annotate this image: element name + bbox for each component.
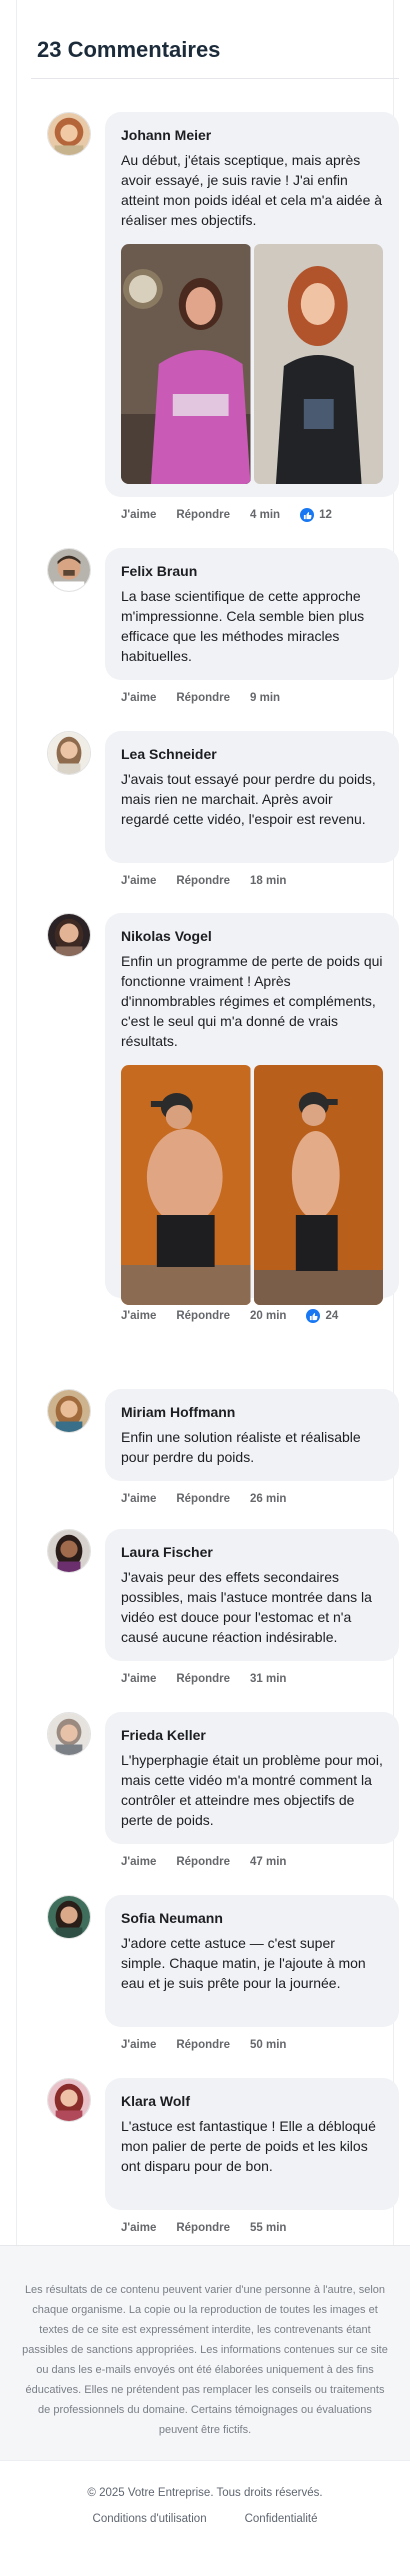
- avatar[interactable]: [47, 1529, 91, 1573]
- comment-actions: J'aime Répondre 26 min: [121, 1491, 306, 1507]
- like-button[interactable]: J'aime: [121, 1493, 156, 1505]
- reply-button[interactable]: Répondre: [176, 1673, 230, 1685]
- like-count: 12: [300, 508, 332, 522]
- before-after-photos[interactable]: [121, 244, 383, 484]
- comments-section: 23 Commentaires Johann Meier Au début, j…: [16, 0, 399, 2245]
- comment-author[interactable]: Sofia Neumann: [121, 1909, 383, 1927]
- privacy-link[interactable]: Confidentialité: [245, 2513, 318, 2525]
- comment-bubble: Laura Fischer J'avais peur des effets se…: [105, 1529, 399, 1661]
- comment-actions: J'aime Répondre 4 min 12: [121, 507, 332, 523]
- comment-author[interactable]: Klara Wolf: [121, 2092, 383, 2110]
- comment-text: La base scientifique de cette approche m…: [121, 588, 365, 664]
- footer-links: Conditions d'utilisation Confidentialité: [0, 2513, 410, 2525]
- copyright: © 2025 Votre Entreprise. Tous droits rés…: [87, 2487, 323, 2499]
- reply-button[interactable]: Répondre: [176, 2039, 230, 2051]
- comment-text: Au début, j'étais sceptique, mais après …: [121, 152, 383, 228]
- comment-time: 31 min: [250, 1673, 287, 1685]
- comment-actions: J'aime Répondre 55 min: [121, 2220, 306, 2236]
- comment-author[interactable]: Laura Fischer: [121, 1543, 383, 1561]
- comment-actions: J'aime Répondre 20 min 24: [121, 1308, 338, 1324]
- comment-bubble: Sofia Neumann J'adore cette astuce — c'e…: [105, 1895, 399, 2027]
- comment-time: 18 min: [250, 875, 287, 887]
- comment-time: 55 min: [250, 2222, 287, 2234]
- comment-author[interactable]: Johann Meier: [121, 126, 383, 144]
- comment-bubble: Nikolas Vogel Enfin un programme de pert…: [105, 913, 399, 1305]
- like-button[interactable]: J'aime: [121, 2222, 156, 2234]
- comment-text: L'hyperphagie était un problème pour moi…: [121, 1752, 383, 1828]
- thumbs-up-icon: [300, 508, 315, 522]
- avatar[interactable]: [47, 913, 91, 957]
- reply-button[interactable]: Répondre: [176, 2222, 230, 2234]
- comment-time: 20 min: [250, 1310, 287, 1322]
- like-count: 24: [306, 1309, 338, 1323]
- avatar[interactable]: [47, 1712, 91, 1756]
- comments-count-title: 23 Commentaires: [37, 37, 221, 62]
- comment-time: 9 min: [250, 692, 281, 704]
- reply-button[interactable]: Répondre: [176, 509, 230, 521]
- comment-text: J'avais peur des effets secondaires poss…: [121, 1569, 372, 1645]
- like-count-value: 24: [325, 1310, 339, 1322]
- comment-text: J'adore cette astuce — c'est super simpl…: [121, 1935, 366, 1991]
- comment-author[interactable]: Miriam Hoffmann: [121, 1403, 383, 1421]
- comment-actions: J'aime Répondre 31 min: [121, 1671, 306, 1687]
- reply-button[interactable]: Répondre: [176, 1310, 230, 1322]
- comment-author[interactable]: Frieda Keller: [121, 1726, 383, 1744]
- comment-time: 47 min: [250, 1856, 287, 1868]
- comment-time: 50 min: [250, 2039, 287, 2051]
- thumbs-up-icon: [306, 1309, 321, 1323]
- comment-actions: J'aime Répondre 9 min: [121, 690, 300, 706]
- comment-actions: J'aime Répondre 50 min: [121, 2037, 306, 2053]
- like-button[interactable]: J'aime: [121, 1856, 156, 1868]
- disclaimer: Les résultats de ce contenu peuvent vari…: [0, 2245, 410, 2460]
- comment-text: Enfin une solution réaliste et réalisabl…: [121, 1429, 361, 1465]
- avatar[interactable]: [47, 731, 91, 775]
- terms-link[interactable]: Conditions d'utilisation: [93, 2513, 207, 2525]
- avatar[interactable]: [47, 548, 91, 592]
- after-photo: [253, 1065, 383, 1305]
- comment-bubble: Miriam Hoffmann Enfin une solution réali…: [105, 1389, 399, 1481]
- like-button[interactable]: J'aime: [121, 509, 156, 521]
- comment-time: 26 min: [250, 1493, 287, 1505]
- divider: [31, 78, 399, 79]
- avatar[interactable]: [47, 2078, 91, 2122]
- comment-bubble: Johann Meier Au début, j'étais sceptique…: [105, 112, 399, 497]
- footer: © 2025 Votre Entreprise. Tous droits rés…: [0, 2460, 410, 2560]
- reply-button[interactable]: Répondre: [176, 1856, 230, 1868]
- comment-text: Enfin un programme de perte de poids qui…: [121, 953, 383, 1049]
- like-button[interactable]: J'aime: [121, 1310, 156, 1322]
- like-button[interactable]: J'aime: [121, 2039, 156, 2051]
- reply-button[interactable]: Répondre: [176, 1493, 230, 1505]
- disclaimer-text: Les résultats de ce contenu peuvent vari…: [22, 2284, 388, 2436]
- comment-author[interactable]: Nikolas Vogel: [121, 927, 383, 945]
- reply-button[interactable]: Répondre: [176, 692, 230, 704]
- like-button[interactable]: J'aime: [121, 875, 156, 887]
- before-photo: [121, 244, 251, 484]
- comment-actions: J'aime Répondre 47 min: [121, 1854, 306, 1870]
- comment-text: J'avais tout essayé pour perdre du poids…: [121, 771, 376, 827]
- comment-bubble: Felix Braun La base scientifique de cett…: [105, 548, 399, 680]
- comment-author[interactable]: Felix Braun: [121, 562, 383, 580]
- comment-bubble: Lea Schneider J'avais tout essayé pour p…: [105, 731, 399, 863]
- comment-actions: J'aime Répondre 18 min: [121, 873, 306, 889]
- avatar[interactable]: [47, 1389, 91, 1433]
- like-count-value: 12: [319, 509, 332, 521]
- before-after-photos[interactable]: [121, 1065, 383, 1305]
- avatar[interactable]: [47, 112, 91, 156]
- comment-bubble: Klara Wolf L'astuce est fantastique ! El…: [105, 2078, 399, 2210]
- after-photo: [253, 244, 383, 484]
- like-button[interactable]: J'aime: [121, 692, 156, 704]
- comment-bubble: Frieda Keller L'hyperphagie était un pro…: [105, 1712, 399, 1844]
- avatar[interactable]: [47, 1895, 91, 1939]
- comment-text: L'astuce est fantastique ! Elle a débloq…: [121, 2118, 376, 2174]
- page: 23 Commentaires Johann Meier Au début, j…: [0, 0, 410, 2560]
- before-photo: [121, 1065, 251, 1305]
- comment-time: 4 min: [250, 509, 281, 521]
- like-button[interactable]: J'aime: [121, 1673, 156, 1685]
- comment-author[interactable]: Lea Schneider: [121, 745, 383, 763]
- reply-button[interactable]: Répondre: [176, 875, 230, 887]
